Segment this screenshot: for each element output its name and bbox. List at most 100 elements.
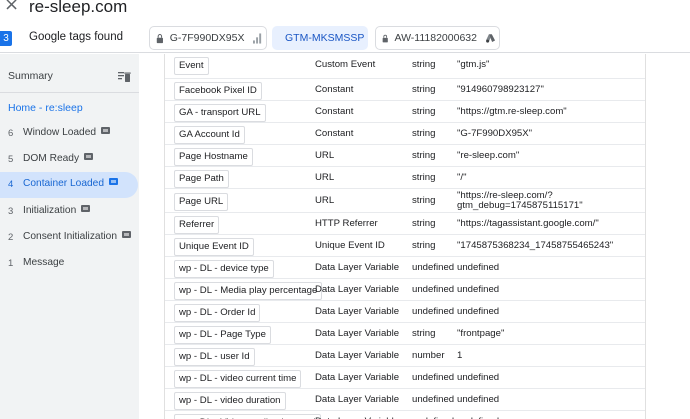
sidebar-item-dom-ready[interactable]: 5 DOM Ready (0, 147, 138, 173)
variable-value: undefined (457, 395, 499, 405)
table-row: wp - DL - Media play percentage Data Laye… (165, 279, 645, 301)
variable-value: 1 (457, 351, 462, 361)
table-row: wp - DL - video duration Data Layer Varia… (165, 389, 645, 411)
variable-name-chip[interactable]: wp - DL - Media play percentage (174, 282, 323, 300)
variable-value: "https://re-sleep.com/? gtm_debug=1745875… (457, 191, 583, 211)
page-title[interactable]: Home - re:sleep (8, 102, 83, 114)
variable-value-line: "17458753682​34_17458755465243" (457, 240, 614, 251)
event-label: Container Loaded (23, 178, 104, 189)
variable-type: Data Layer Variable (315, 328, 400, 339)
title-bar: × re-sleep.com (0, 0, 690, 19)
table-row: wp - DL - user Id Data Layer Variable numb… (165, 345, 645, 367)
variable-return-type: string (412, 240, 436, 251)
gtm-event-icon (101, 127, 111, 134)
lock-icon (382, 34, 388, 42)
variable-type: Data Layer Variable (315, 372, 400, 383)
sidebar-item-consent-initialization[interactable]: 2 Consent Initialization (0, 225, 138, 251)
tags-found-label: Google tags found (29, 31, 123, 43)
event-label: Message (23, 257, 65, 268)
variable-value: undefined (457, 373, 499, 383)
table-row: wp - DL - device type Data Layer Variable… (165, 257, 645, 279)
variable-type: Constant (315, 84, 354, 95)
variable-value-line: "frontpage" (457, 328, 505, 339)
variables-table: Event Custom Event string "gtm.js" Facebook … (164, 54, 646, 419)
variable-return-type: string (412, 172, 436, 183)
table-row: GA Account Id Constant string "G-7F990DX95X… (165, 123, 645, 145)
variable-return-type: undefined (412, 284, 455, 295)
variable-return-type: string (412, 59, 436, 70)
sidebar-item-container-loaded[interactable]: 4 Container Loaded (0, 172, 138, 198)
variable-type: Data Layer Variable (315, 284, 400, 295)
variable-name-chip[interactable]: Page Hostname (174, 148, 253, 166)
variable-name-chip[interactable]: Unique Event ID (174, 238, 254, 256)
variable-name-chip[interactable]: wp - DL - video current time (174, 370, 302, 388)
variable-name-chip[interactable]: wp - DL - device type (174, 260, 274, 278)
tag-chip-google-ads[interactable]: AW-11182000632 (375, 26, 500, 50)
variable-return-type: string (412, 128, 436, 139)
variable-name-chip[interactable]: Facebook Pixel ID (174, 82, 262, 100)
event-number: 5 (8, 154, 14, 165)
variable-type: HTTP Referrer (315, 218, 378, 229)
site-title: re-sleep.com (29, 0, 128, 16)
sidebar-item-window-loaded[interactable]: 6 Window Loaded (0, 121, 138, 147)
variable-type: URL (315, 195, 335, 206)
variable-name-chip[interactable]: GA Account Id (174, 126, 245, 144)
variable-type: Data Layer Variable (315, 262, 400, 273)
table-row: Referrer HTTP Referrer string "https://taga… (165, 213, 645, 235)
summary-row[interactable]: Summary (0, 64, 139, 88)
gtm-event-icon (81, 205, 91, 212)
variable-value: "/" (457, 173, 466, 183)
variable-value: undefined (457, 307, 499, 317)
tags-bar: 3 Google tags found G-7F990DX95X GTM-MKS… (0, 22, 690, 53)
event-sidebar: Summary Home - re:sleep 6 Window Loaded … (0, 54, 139, 419)
table-row: wp - DL - Video media player urlData Lay… (165, 411, 645, 419)
event-number: 3 (8, 206, 14, 217)
variable-name-chip[interactable]: wp - DL - user Id (174, 348, 255, 366)
clear-list-icon[interactable] (118, 70, 131, 83)
variable-return-type: number (412, 350, 445, 361)
variable-name-chip[interactable]: wp - DL - Video media player url (174, 414, 321, 419)
variable-value-line: "G-7F990DX95X" (457, 128, 533, 139)
variable-return-type: undefined (412, 306, 455, 317)
event-number: 1 (8, 258, 14, 269)
event-label: Initialization (23, 205, 77, 216)
tag-chip-gtm[interactable]: GTM-MKSMSSP (272, 26, 368, 50)
variable-type: URL (315, 150, 335, 161)
event-label: DOM Ready (23, 153, 80, 164)
tag-chip-ga4[interactable]: G-7F990DX95X (149, 26, 267, 50)
google-ads-icon (485, 33, 495, 43)
close-icon[interactable]: × (4, 0, 19, 14)
variable-type: Custom Event (315, 59, 376, 70)
variable-name-chip[interactable]: wp - DL - Page Type (174, 326, 271, 344)
variable-name-chip[interactable]: GA - transport URL (174, 104, 266, 122)
variables-panel: Event Custom Event string "gtm.js" Facebook … (139, 54, 690, 419)
variable-value-line: "gtm.js" (457, 59, 490, 70)
table-row: wp - DL - Page Type Data Layer Variable st… (165, 323, 645, 345)
variable-name-chip[interactable]: Referrer (174, 216, 220, 234)
bar-chart-icon (253, 32, 262, 44)
variable-name-chip[interactable]: wp - DL - video duration (174, 392, 286, 410)
tag-count-badge: 3 (0, 31, 12, 46)
event-label: Consent Initialization (23, 231, 118, 242)
variable-name-chip[interactable]: Event (174, 57, 209, 75)
sidebar-item-message[interactable]: 1 Message (0, 251, 138, 277)
variable-name-chip[interactable]: wp - DL - Order Id (174, 304, 261, 322)
table-row: Page URL URL string "https://re-sleep.com/?… (165, 189, 645, 213)
variable-value: "G-7F990DX95X" (457, 129, 532, 139)
variable-value: undefined (457, 285, 499, 295)
variable-value: "914960798923127" (457, 85, 544, 95)
variable-value: "gtm.js" (457, 60, 489, 70)
gtm-event-icon (109, 178, 118, 185)
variable-value-line: "https://gtm.re-sleep.com" (457, 106, 567, 117)
variable-name-chip[interactable]: Page Path (174, 170, 229, 188)
table-row: GA - transport URL Constant string "https:/… (165, 101, 645, 123)
variable-type: Unique Event ID (315, 240, 385, 251)
event-number: 6 (8, 128, 14, 139)
variable-type: Constant (315, 128, 354, 139)
sidebar-item-initialization[interactable]: 3 Initialization (0, 199, 138, 225)
variable-value-line: undefined (457, 372, 500, 383)
variable-value: "re-sleep.com" (457, 151, 519, 161)
lock-icon (156, 33, 163, 43)
variable-name-chip[interactable]: Page URL (174, 193, 229, 211)
variable-value-line: undefined (457, 306, 500, 317)
